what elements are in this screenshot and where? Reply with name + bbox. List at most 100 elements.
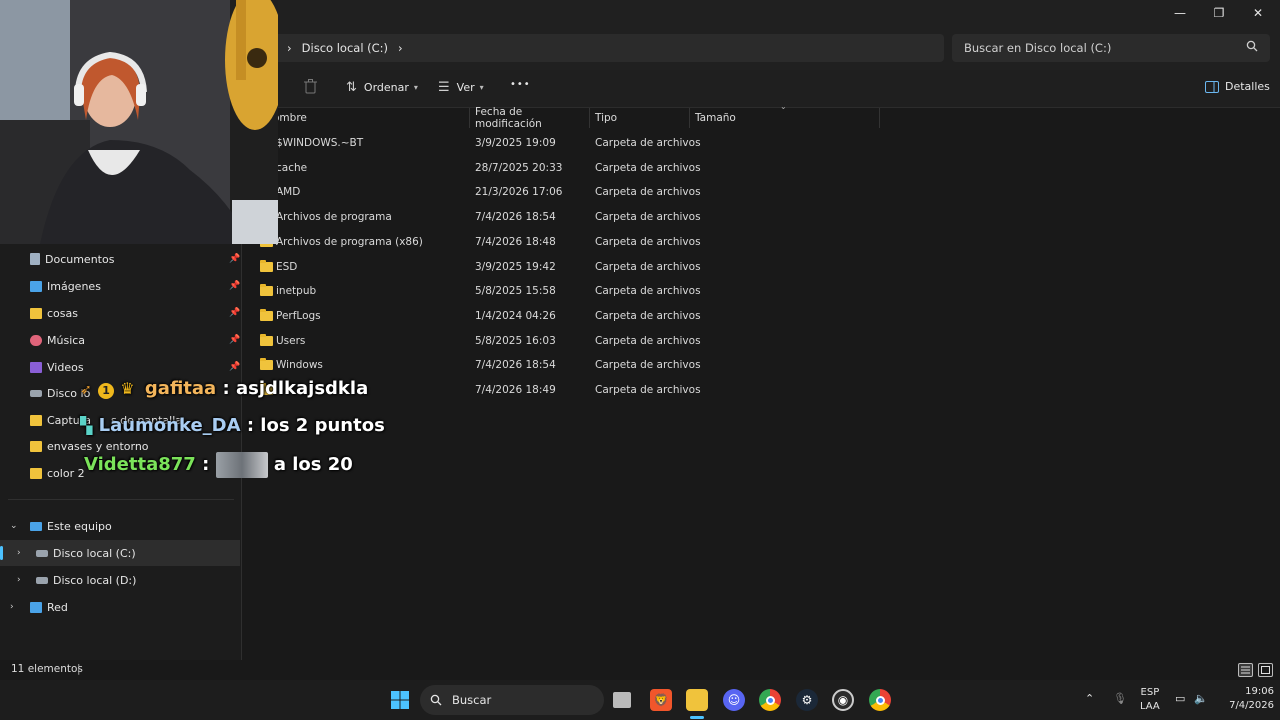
file-explorer-icon[interactable] (686, 689, 708, 711)
chevron-down-icon[interactable]: ⌄ (10, 521, 18, 531)
column-header-name[interactable]: ombre (273, 108, 470, 128)
taskbar: Buscar 🦁 ☺ ⚙ ◉ ⌃ 🎙 ESP LAA ▭ 🔈 19:06 7/4… (0, 680, 1280, 720)
delete-button[interactable] (304, 79, 317, 94)
nav-item-imagenes[interactable]: Imágenes 📌 (0, 273, 242, 299)
obs-icon[interactable]: ◉ (832, 689, 854, 711)
steam-icon[interactable]: ⚙ (796, 689, 818, 711)
file-row[interactable]: cache 28/7/2025 20:33 Carpeta de archivos (243, 157, 1280, 181)
emote-image (215, 452, 268, 478)
show-hidden-icons-button[interactable]: ⌃ (1085, 692, 1094, 706)
maximize-button[interactable]: ❐ (1199, 0, 1239, 26)
search-input[interactable]: Buscar en Disco local (C:) (952, 34, 1270, 62)
pin-icon[interactable]: 📌 (229, 335, 240, 345)
column-header-type[interactable]: Tipo (590, 108, 690, 128)
brave-browser-icon[interactable]: 🦁 (650, 689, 672, 711)
file-row[interactable]: PerfLogs 1/4/2024 04:26 Carpeta de archivo… (243, 305, 1280, 329)
chat-message: ▚ Laumonke_DA : los 2 puntos (80, 415, 385, 436)
chevron-down-icon: ▾ (413, 83, 418, 92)
file-modified: 28/7/2025 20:33 (475, 161, 563, 174)
file-type: Carpeta de archivos (595, 161, 701, 174)
folder-icon (30, 414, 42, 426)
videos-icon (30, 361, 42, 373)
chrome-icon[interactable] (759, 689, 781, 711)
nav-item-videos[interactable]: Videos 📌 (0, 354, 242, 380)
nav-item-musica[interactable]: Música 📌 (0, 327, 242, 353)
breadcrumb[interactable]: o › Disco local (C:) › (270, 34, 944, 62)
nav-label: Imágenes (47, 279, 101, 293)
file-name: cache (276, 161, 308, 174)
chat-username: gafitaa (144, 378, 217, 399)
file-row[interactable]: AMD 21/3/2026 17:06 Carpeta de archivos (243, 181, 1280, 205)
nav-item-documentos[interactable]: Documentos 📌 (0, 246, 242, 272)
nav-label: Disco local (D:) (53, 573, 137, 587)
status-separator: | (77, 663, 81, 675)
file-name: AMD (276, 186, 301, 199)
sort-icon: ⇅ (346, 80, 357, 95)
close-button[interactable]: ✕ (1238, 0, 1278, 26)
tiles-view-icon (1261, 666, 1270, 674)
volume-icon[interactable]: 🔈 (1194, 692, 1208, 706)
more-icon: ••• (510, 79, 531, 90)
nav-item-disco-c[interactable]: › Disco local (C:) (0, 540, 240, 566)
file-row[interactable]: Windows 7/4/2026 18:54 Carpeta de archivos (243, 354, 1280, 378)
view-button[interactable]: ☰ Ver ▾ (438, 80, 484, 95)
drive-icon (36, 549, 48, 557)
pin-icon[interactable]: 📌 (229, 308, 240, 318)
file-row[interactable]: inetpub 5/8/2025 15:58 Carpeta de archivos (243, 280, 1280, 304)
language-code: ESP (1140, 687, 1160, 698)
column-header-modified[interactable]: Fecha de modificación (470, 106, 590, 130)
chat-message: Videtta877 : a los 20 (84, 452, 353, 478)
language-indicator[interactable]: ESP LAA (1140, 686, 1160, 714)
clock-date: 7/4/2026 (1229, 700, 1274, 711)
file-type: Carpeta de archivos (595, 137, 701, 149)
taskbar-search[interactable]: Buscar (420, 685, 604, 715)
sort-button[interactable]: ⇅ Ordenar ▾ (346, 80, 418, 95)
clock[interactable]: 19:06 7/4/2026 (1214, 685, 1274, 713)
details-pane-button[interactable]: Detalles (1205, 80, 1270, 93)
pin-icon[interactable]: 📌 (229, 281, 240, 291)
chevron-right-icon[interactable]: › (10, 602, 14, 612)
discord-icon[interactable]: ☺ (723, 689, 745, 711)
breadcrumb-drive[interactable]: Disco local (C:) (302, 41, 388, 55)
file-row[interactable]: Archivos de programa 7/4/2026 18:54 Carpet… (243, 206, 1280, 230)
nav-item-cosas[interactable]: cosas 📌 (0, 300, 242, 326)
file-row[interactable]: ESD 3/9/2025 19:42 Carpeta de archivos (243, 256, 1280, 280)
item-count: 11 elementos (11, 663, 83, 675)
nav-label: cosas (47, 306, 78, 320)
nav-label: Documentos (45, 252, 115, 266)
file-row[interactable]: $WINDOWS.~BT 3/9/2025 19:09 Carpeta de arc… (243, 132, 1280, 156)
file-row[interactable]: 7/4/2026 18:49 Carpeta de archivos (243, 379, 1280, 403)
chevron-down-icon: ▾ (479, 83, 484, 92)
column-header-size[interactable]: Tamaño ⌄ (690, 102, 880, 128)
start-button[interactable] (389, 689, 411, 711)
nav-item-disco-d[interactable]: › Disco local (D:) (0, 567, 242, 593)
chrome-profile-icon[interactable] (869, 689, 891, 711)
pin-icon[interactable]: 📌 (229, 362, 240, 372)
clock-time: 19:06 (1245, 686, 1274, 697)
file-name: $WINDOWS.~BT (276, 137, 364, 149)
computer-icon (30, 521, 42, 531)
file-row[interactable]: Archivos de programa (x86) 7/4/2026 18:48… (243, 231, 1280, 255)
view-label: Ver (456, 81, 475, 94)
minimize-button[interactable]: — (1160, 0, 1200, 26)
details-view-button[interactable] (1238, 663, 1253, 677)
chevron-right-icon[interactable]: › (398, 41, 403, 55)
microphone-icon[interactable]: 🎙 (1113, 692, 1127, 706)
nav-item-este-equipo[interactable]: ⌄ Este equipo (0, 513, 242, 539)
tiles-view-button[interactable] (1258, 663, 1273, 677)
nav-label: Este equipo (47, 519, 112, 533)
network-status-icon[interactable]: ▭ (1175, 692, 1185, 706)
pin-icon[interactable]: 📌 (229, 254, 240, 264)
more-options-button[interactable]: ••• (510, 79, 531, 90)
chevron-right-icon[interactable]: › (17, 575, 21, 585)
file-type: Carpeta de archivos (595, 309, 701, 322)
chevron-right-icon[interactable]: › (17, 548, 21, 558)
pictures-icon (30, 280, 42, 292)
details-pane-icon (1205, 80, 1219, 93)
task-view-icon[interactable] (613, 692, 631, 708)
file-type: Carpeta de archivos (595, 260, 701, 273)
nav-item-red[interactable]: › Red (0, 594, 242, 620)
file-row[interactable]: Users 5/8/2025 16:03 Carpeta de archivos (243, 330, 1280, 354)
file-name: Archivos de programa (x86) (276, 235, 423, 248)
file-modified: 1/4/2024 04:26 (475, 309, 556, 322)
